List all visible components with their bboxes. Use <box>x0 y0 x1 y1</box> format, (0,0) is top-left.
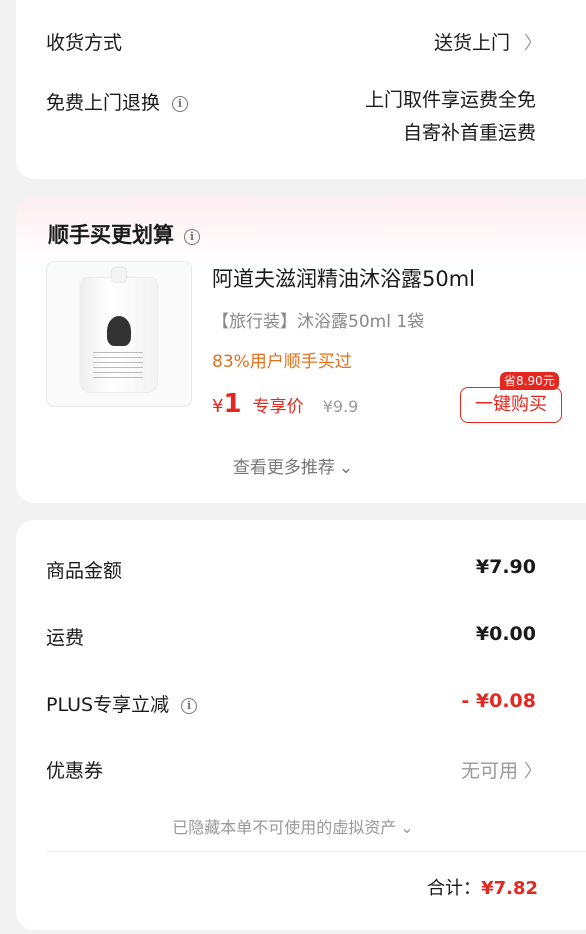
free-return-line2: 自寄补首重运费 <box>402 122 536 144</box>
currency-symbol: ¥ <box>212 396 224 417</box>
price-row: ¥1 专享价 ¥9.9 <box>212 389 358 419</box>
product-spec: 【旅行装】沐浴露50ml 1袋 <box>212 312 425 332</box>
product-name[interactable]: 阿道夫滋润精油沐浴露50ml <box>212 263 475 293</box>
total-label: 合计： <box>427 878 482 899</box>
summary-row-shipping: 运费 ¥0.00 <box>46 623 536 650</box>
coupon-value: 无可用 <box>460 760 518 782</box>
chevron-right-icon: 〉 <box>524 33 542 54</box>
info-icon[interactable]: i <box>172 96 189 112</box>
order-total: 合计：¥7.82 <box>427 874 538 900</box>
bottle-text-lines <box>93 352 143 378</box>
delivery-method-row[interactable]: 收货方式 送货上门〉 <box>46 28 542 55</box>
more-recommendations[interactable]: 查看更多推荐 ⌄ <box>16 453 570 478</box>
goods-amount-value: ¥7.90 <box>475 556 536 578</box>
bottle-cap <box>112 268 126 282</box>
hidden-assets-label: 已隐藏本单不可使用的虚拟资产 <box>172 818 397 837</box>
chevron-right-icon: 〉 <box>524 761 542 782</box>
summary-row-goods: 商品金额 ¥7.90 <box>46 556 536 583</box>
plus-discount-label: PLUS专享立减 <box>46 694 170 716</box>
bottle-logo <box>107 316 131 346</box>
product-bottle-graphic <box>81 268 157 392</box>
summary-row-plus: PLUS专享立减 i - ¥0.08 <box>46 690 536 717</box>
delivery-card: 收货方式 送货上门〉 免费上门退换 i 上门取件享运费全免 自寄补首重运费 <box>16 0 586 179</box>
social-proof: 83%用户顺手买过 <box>212 352 352 372</box>
delivery-method-label: 收货方式 <box>46 32 123 54</box>
free-return-line1: 上门取件享运费全免 <box>364 89 536 111</box>
shipping-label: 运费 <box>46 627 85 649</box>
addon-title: 顺手买更划算 i <box>48 219 200 249</box>
info-icon[interactable]: i <box>181 698 198 714</box>
addon-card: 顺手买更划算 i 阿道夫滋润精油沐浴露50ml 【旅行装】沐浴露50ml 1袋 8… <box>16 197 586 503</box>
coupon-label: 优惠券 <box>46 760 104 782</box>
hidden-assets-toggle[interactable]: 已隐藏本单不可使用的虚拟资产 ⌄ <box>16 814 570 838</box>
product-image[interactable] <box>46 261 192 407</box>
delivery-method-value: 送货上门 <box>433 32 510 54</box>
summary-row-coupon[interactable]: 优惠券 无可用〉 <box>46 756 542 783</box>
addon-title-text: 顺手买更划算 <box>48 223 174 247</box>
goods-amount-label: 商品金额 <box>46 560 123 582</box>
plus-discount-value: - ¥0.08 <box>461 690 536 712</box>
shipping-value: ¥0.00 <box>475 623 536 645</box>
more-recommendations-label: 查看更多推荐 <box>232 458 335 478</box>
original-price: ¥9.9 <box>322 397 359 416</box>
info-icon[interactable]: i <box>184 229 200 245</box>
one-click-buy-button[interactable]: 一键购买 <box>460 387 562 423</box>
free-return-row: 免费上门退换 i 上门取件享运费全免 自寄补首重运费 <box>46 88 536 144</box>
total-value: ¥7.82 <box>481 878 538 899</box>
save-badge: 省8.90元 <box>500 372 559 390</box>
chevron-down-icon: ⌄ <box>400 818 414 837</box>
order-summary-card: 商品金额 ¥7.90 运费 ¥0.00 PLUS专享立减 i - ¥0.08 优惠… <box>16 520 586 930</box>
free-return-label: 免费上门退换 <box>46 92 161 114</box>
chevron-down-icon: ⌄ <box>338 458 354 478</box>
divider <box>46 851 586 852</box>
price-tag: 专享价 <box>252 397 304 417</box>
exclusive-price: 1 <box>223 389 242 419</box>
